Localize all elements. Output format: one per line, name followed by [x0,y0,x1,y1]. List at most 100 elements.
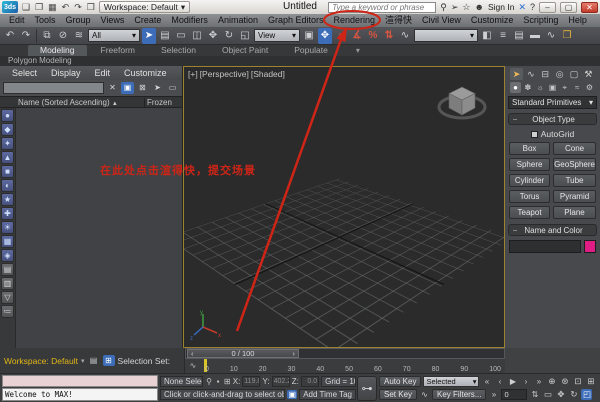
tab-display-icon[interactable]: ▢ [568,68,581,80]
field-of-view-icon[interactable]: ▭ [542,389,553,400]
explorer-menu-select[interactable]: Select [6,68,43,78]
mini-curve-editor-icon[interactable]: ∿ [185,359,201,373]
ribbon-tab-populate[interactable]: Populate [282,45,340,56]
explorer-menu-customize[interactable]: Customize [118,68,173,78]
tab-create-icon[interactable]: ➤ [510,68,523,80]
filter-groups-icon[interactable]: ★ [1,193,14,206]
filter-materials-icon[interactable]: ◈ [1,249,14,262]
primitives-dropdown[interactable]: Standard Primitives ▾ [508,96,597,109]
selection-lock-icon[interactable]: ⊞ [102,355,115,366]
select-by-name-icon[interactable]: ▤ [158,28,172,44]
bind-to-space-warp-icon[interactable]: ≋ [72,28,86,44]
edit-named-selection-icon[interactable]: ∿ [398,28,412,44]
undo-icon[interactable]: ↶ [61,1,71,13]
workspace-dropdown[interactable]: Workspace: Default ▾ [98,1,191,13]
select-object-icon[interactable]: ➤ [142,27,156,44]
previous-frame-icon[interactable]: ‹ [494,377,505,386]
explorer-menu-display[interactable]: Display [45,68,87,78]
favorites-star-icon[interactable]: ☆ [462,2,470,13]
category-cameras-icon[interactable]: ▣ [547,82,558,93]
workspace-selector[interactable]: Workspace: Default [4,356,78,366]
explorer-menu-edit[interactable]: Edit [89,68,117,78]
filter-geometry-icon[interactable]: ● [1,109,14,122]
exchange-icon[interactable]: ✕ [518,2,526,13]
viewport-home-grid[interactable] [184,178,504,347]
filter-shapes-icon[interactable]: ◆ [1,123,14,136]
ribbon-tab-modeling[interactable]: Modeling [28,45,87,56]
object-type-rollout-header[interactable]: − Object Type [508,113,597,125]
autogrid-checkbox[interactable] [530,130,538,138]
selection-filter-dropdown[interactable]: All ▾ [88,29,140,42]
percent-snap-icon[interactable]: % [366,28,380,44]
z-coordinate-field[interactable]: 0.0 [300,376,320,387]
category-shapes-icon[interactable]: ✽ [522,82,533,93]
category-lights-icon[interactable]: ☼ [535,82,546,93]
user-icon[interactable]: ☻ [474,2,483,12]
plane-button[interactable]: Plane [553,206,596,219]
set-keys-button[interactable]: ⊶ [357,375,377,401]
menu-item-xuandekuai-plugin[interactable]: 渲得快 [380,14,417,27]
menu-item-scripting[interactable]: Scripting [518,14,563,27]
sort-filter-icon[interactable]: ▽ [1,291,14,304]
mirror-icon[interactable]: ◧ [480,28,494,44]
filter-cameras-icon[interactable]: ▲ [1,151,14,164]
selection-lock-toggle-icon[interactable]: ▪ [215,377,222,386]
tube-button[interactable]: Tube [553,174,596,187]
tab-utilities-icon[interactable]: ⚒ [582,68,595,80]
track-bar[interactable]: ∿ 0 10 20 30 40 50 60 70 80 90 100 [185,359,505,373]
explorer-list-area[interactable] [16,108,182,348]
ribbon-toggle-icon[interactable]: ▬ [528,28,542,44]
undo-scene-icon[interactable]: ↶ [3,28,17,44]
listener-macro-recorder[interactable] [2,375,158,387]
filter-helpers-icon[interactable]: ■ [1,165,14,178]
menu-item-civil-view[interactable]: Civil View [417,14,466,27]
filter-containers-icon[interactable]: ▦ [1,235,14,248]
help-icon[interactable]: ? [530,2,535,12]
menu-item-animation[interactable]: Animation [213,14,263,27]
perspective-viewport[interactable]: [+] [Perspective] [Shaded] y x z [183,66,505,348]
sign-in-link[interactable]: Sign In [488,2,514,12]
default-in-out-tangent-icon[interactable]: ∿ [419,390,430,399]
layer-manager-icon[interactable]: ▤ [512,28,526,44]
next-key-icon[interactable]: » [488,390,499,399]
time-slider-track[interactable]: ‹ 0 / 100 › [185,348,505,359]
viewport-menu-pov[interactable]: [Perspective] [200,69,249,79]
category-geometry-icon[interactable]: ● [510,82,521,93]
orbit-icon[interactable]: ↻ [568,389,579,400]
tab-motion-icon[interactable]: ◎ [553,68,566,80]
absolute-mode-icon[interactable]: ⊞ [224,377,231,386]
lock-explorer-icon[interactable]: ⊠ [136,82,149,94]
menu-item-group[interactable]: Group [61,14,96,27]
category-systems-icon[interactable]: ⚙ [584,82,595,93]
tab-hierarchy-icon[interactable]: ⊟ [539,68,552,80]
auto-key-button[interactable]: Auto Key [379,376,422,387]
open-file-icon[interactable]: ❐ [34,1,44,13]
select-and-scale-icon[interactable]: ◱ [238,28,252,44]
maximize-viewport-toggle-icon[interactable]: ◰ [581,389,593,400]
menu-item-edit[interactable]: Edit [4,14,30,27]
filter-lights-icon[interactable]: ✦ [1,137,14,150]
angle-snap-icon[interactable]: ∡ [350,28,364,44]
play-animation-icon[interactable]: ▶ [507,377,518,386]
menu-item-help[interactable]: Help [563,14,592,27]
menu-item-customize[interactable]: Customize [466,14,519,27]
track-bar-ticks[interactable]: 0 10 20 30 40 50 60 70 80 90 100 [201,359,505,373]
menu-item-rendering[interactable]: Rendering [329,14,381,27]
display-influences-icon[interactable]: ▥ [1,277,14,290]
object-color-swatch[interactable] [584,240,596,253]
select-and-manipulate-icon[interactable]: ✥ [318,27,332,44]
reference-coordinate-dropdown[interactable]: View ▾ [254,29,300,42]
zoom-extents-icon[interactable]: ⊡ [572,376,583,387]
box-button[interactable]: Box [509,142,551,155]
viewport-menu-general[interactable]: [+] [188,69,198,79]
ribbon-tab-selection[interactable]: Selection [149,45,208,56]
ribbon-tab-freeform[interactable]: Freeform [89,45,147,56]
pin-stack-icon[interactable]: ⚲ [205,377,212,386]
slider-left-arrow-icon[interactable]: ‹ [191,349,194,358]
name-color-rollout-header[interactable]: − Name and Color [508,224,597,236]
redo-scene-icon[interactable]: ↷ [19,28,33,44]
x-coordinate-field[interactable]: 119.819 [242,376,261,387]
pan-view-icon[interactable]: ✥ [555,389,566,400]
column-header-name[interactable]: Name (Sorted Ascending) ▲ [0,98,144,107]
search-icon[interactable]: ⚲ [440,2,447,13]
